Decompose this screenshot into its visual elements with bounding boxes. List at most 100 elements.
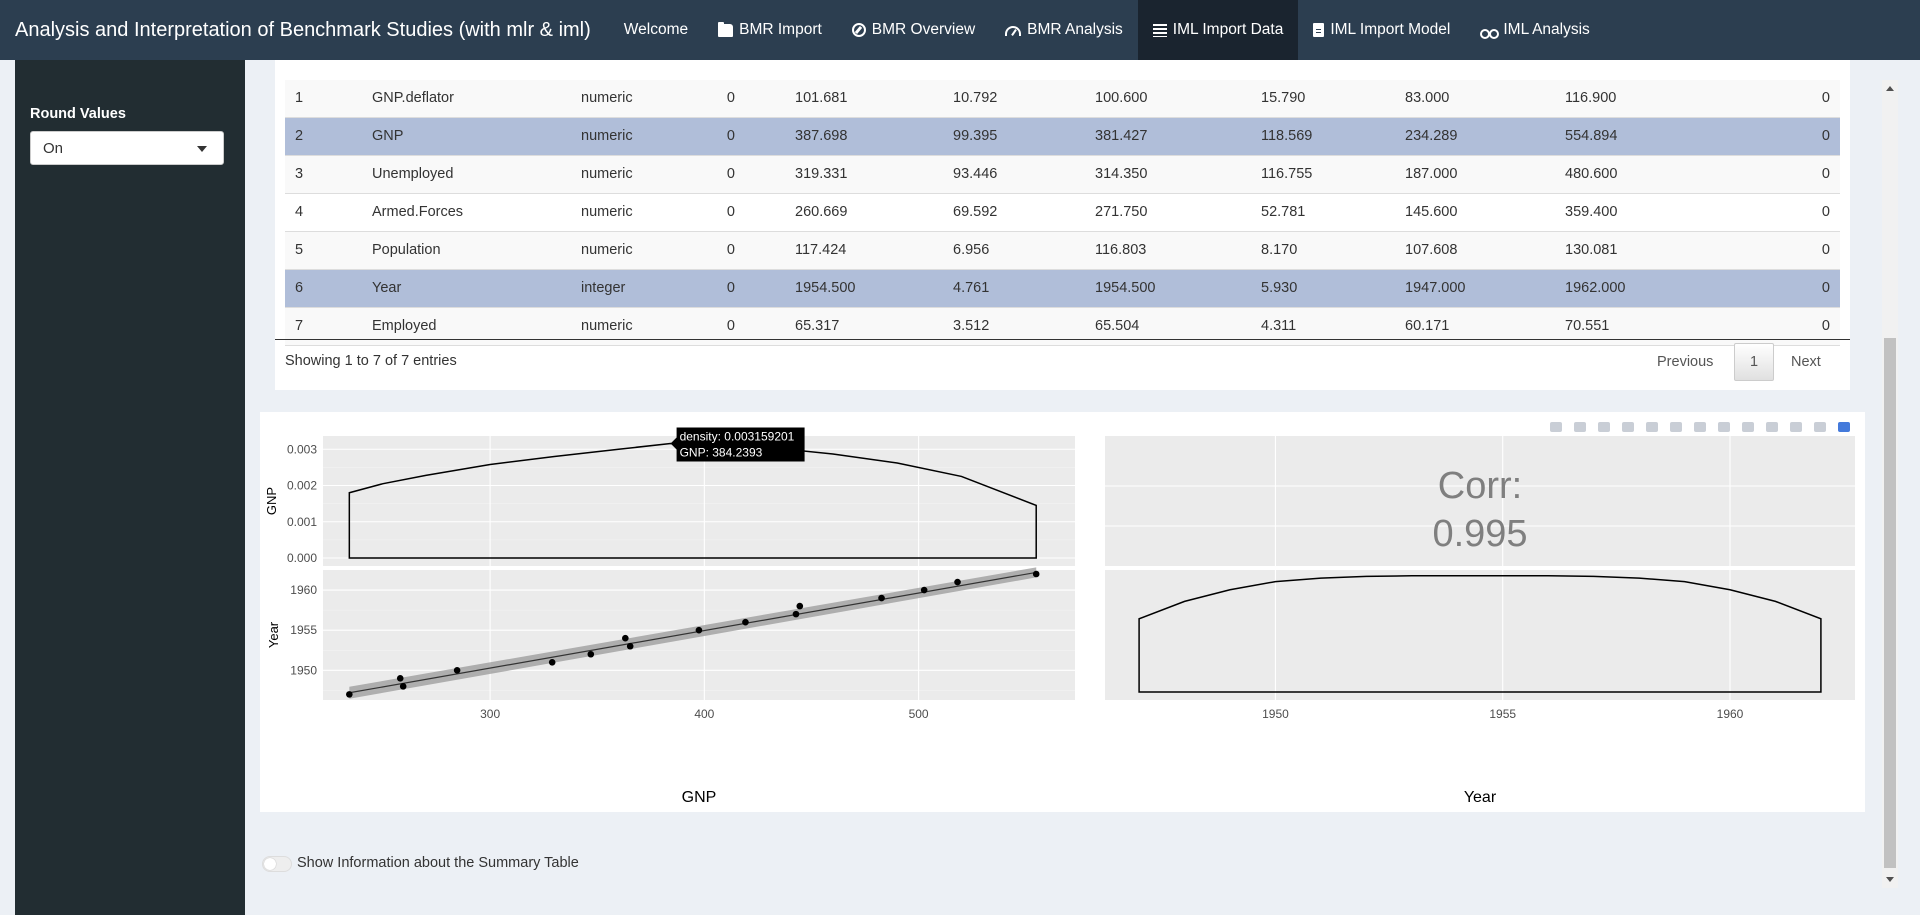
compass-icon [851, 23, 866, 37]
tab-welcome[interactable]: Welcome [609, 0, 703, 60]
x-tick-label: 1955 [1489, 707, 1516, 721]
table-cell: numeric [581, 90, 633, 106]
camera-icon[interactable] [1547, 420, 1565, 434]
pan-icon[interactable] [1595, 420, 1613, 434]
table-cell: Employed [372, 318, 437, 334]
x-axis-label: GNP [682, 789, 717, 806]
scatter-point [548, 658, 556, 666]
scatter-point [346, 691, 353, 698]
x-axis-label: Year [1464, 789, 1497, 806]
table-cell: 65.504 [1095, 318, 1140, 334]
table-cell: 93.446 [953, 166, 998, 182]
table-cell: 69.592 [953, 204, 998, 220]
table-row[interactable]: 5 Population numeric 0 117.424 6.956 116.803 8.… [285, 232, 1840, 270]
table-cell: 0 [1821, 204, 1830, 220]
caret-down-icon [197, 146, 207, 152]
table-cell: 1962.000 [1565, 280, 1626, 296]
table-cell: 60.171 [1405, 318, 1450, 334]
tab-bmr-import[interactable]: BMR Import [703, 0, 837, 60]
hover-compare-icon[interactable] [1811, 420, 1829, 434]
table-cell: 271.750 [1095, 204, 1148, 220]
table-row[interactable]: 2 GNP numeric 0 387.698 99.395 381.427 118.569 2… [285, 118, 1840, 156]
zoom-icon[interactable] [1571, 420, 1589, 434]
box-select-icon[interactable] [1619, 420, 1637, 434]
round-values-select[interactable]: On [30, 131, 224, 165]
y-tick-label: 0.000 [287, 551, 317, 565]
scatter-point [1032, 570, 1040, 578]
scroll-thumb[interactable] [1884, 338, 1896, 868]
scatter-point [622, 634, 629, 642]
tab-iml-analysis[interactable]: IML Analysis [1465, 0, 1604, 60]
summary-info-toggle[interactable] [262, 856, 292, 872]
table-cell: numeric [581, 204, 633, 220]
table-cell: 116.900 [1565, 90, 1617, 106]
table-cell: GNP [372, 128, 404, 144]
previous-page-button[interactable]: Previous [1657, 354, 1713, 370]
table-cell: numeric [581, 128, 633, 144]
spike-lines-icon[interactable] [1763, 420, 1781, 434]
table-cell: 0 [726, 128, 735, 144]
table-cell: integer [581, 280, 626, 296]
tab-iml-import-model[interactable]: IML Import Model [1298, 0, 1465, 60]
y-tick-label: 1960 [290, 583, 317, 597]
table-cell: 4.311 [1261, 318, 1297, 334]
table-cell: 319.331 [795, 166, 848, 182]
table-cell: 52.781 [1261, 204, 1306, 220]
scroll-up-icon[interactable] [1886, 86, 1894, 91]
y-tick-label: 1950 [290, 663, 317, 677]
tab-iml-import-data[interactable]: IML Import Data [1137, 0, 1299, 60]
table-cell: 107.608 [1405, 242, 1458, 258]
hover-closest-icon[interactable] [1787, 420, 1805, 434]
table-row[interactable]: 7 Employed numeric 0 65.317 3.512 65.504 4.311 6… [285, 308, 1840, 346]
table-cell: 0 [726, 90, 735, 106]
autoscale-icon[interactable] [1715, 420, 1733, 434]
table-cell: 6 [295, 280, 304, 296]
corr-value: 0.995 [1432, 513, 1527, 555]
page-1-button[interactable]: 1 [1734, 343, 1774, 381]
summary-info-toggle-label: Show Information about the Summary Table [297, 855, 579, 871]
lasso-icon[interactable] [1643, 420, 1661, 434]
pairs-plot: 0.000 0.001 0.002 0.003 GNP density: 0.003159… [260, 412, 1865, 812]
zoom-out-icon[interactable] [1691, 420, 1709, 434]
hover-tooltip: density: 0.003159201 GNP: 384.2393 [670, 427, 805, 462]
scatter-point [792, 610, 800, 618]
scroll-down-icon[interactable] [1886, 877, 1894, 882]
x-tick-label: 500 [909, 707, 929, 721]
table-cell: 480.600 [1565, 166, 1618, 182]
tooltip-density: density: 0.003159201 [680, 429, 795, 443]
page-scrollbar[interactable] [1882, 80, 1898, 888]
table-cell: 6.956 [953, 242, 990, 258]
table-row[interactable]: 1 GNP.deflator numeric 0 101.681 10.792 100.60… [285, 80, 1840, 118]
plotly-logo-icon[interactable] [1835, 420, 1853, 434]
reset-axes-icon[interactable] [1739, 420, 1757, 434]
table-cell: 359.400 [1565, 204, 1618, 220]
table-cell: 4 [295, 204, 304, 220]
tab-bmr-analysis[interactable]: BMR Analysis [990, 0, 1138, 60]
table-cell: 0 [1821, 318, 1830, 334]
folder-open-icon [718, 21, 734, 37]
y-tick-label: 1955 [290, 623, 317, 637]
zoom-in-icon[interactable] [1667, 420, 1685, 434]
table-cell: 0 [1821, 128, 1830, 144]
table-row[interactable]: 6 Year integer 0 1954.500 4.761 1954.500 5.930 1… [285, 270, 1840, 308]
tab-bmr-overview[interactable]: BMR Overview [837, 0, 990, 60]
table-cell: numeric [581, 166, 633, 182]
table-cell: Unemployed [372, 166, 454, 182]
y-tick-label: 0.001 [287, 515, 317, 529]
table-cell: 116.755 [1261, 166, 1313, 182]
table-cell: 0 [1821, 166, 1830, 182]
scatter-point [796, 602, 804, 610]
table-row[interactable]: 4 Armed.Forces numeric 0 260.669 69.592 271.75… [285, 194, 1840, 232]
table-cell: 1947.000 [1405, 280, 1466, 296]
table-cell: 1954.500 [795, 280, 856, 296]
next-page-button[interactable]: Next [1791, 354, 1821, 370]
table-cell: GNP.deflator [372, 90, 454, 106]
table-cell: 101.681 [795, 90, 848, 106]
table-row[interactable]: 3 Unemployed numeric 0 319.331 93.446 314.350 1… [285, 156, 1840, 194]
summary-table-box: 1 GNP.deflator numeric 0 101.681 10.792 100.60… [275, 60, 1850, 390]
round-values-label: Round Values [30, 106, 126, 122]
table-info: Showing 1 to 7 of 7 entries [285, 353, 457, 369]
table-cell: 65.317 [795, 318, 840, 334]
table-cell: 83.000 [1405, 90, 1450, 106]
tab-label: Welcome [623, 21, 689, 38]
